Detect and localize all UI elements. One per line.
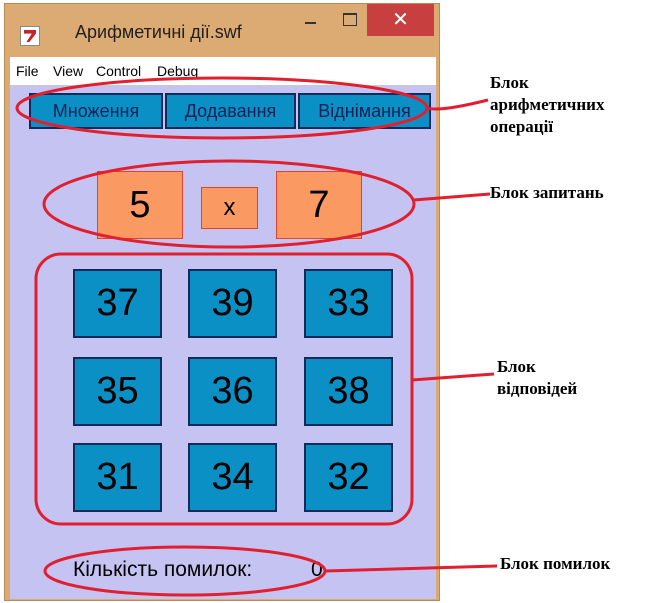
annotation-line: операції	[490, 117, 554, 136]
answer-tile[interactable]: 35	[73, 357, 162, 426]
question-right-operand: 7	[276, 171, 362, 239]
multiply-button[interactable]: Множення	[29, 93, 163, 129]
answer-tile[interactable]: 32	[304, 443, 393, 512]
minimize-button[interactable]	[288, 4, 334, 36]
annotation-line: арифметичних	[490, 95, 605, 114]
maximize-button[interactable]	[334, 4, 367, 36]
annotation-answers-block: Блок відповідей	[497, 356, 577, 400]
menu-bar: File View Control Debug	[10, 57, 436, 86]
error-count-label: Кількість помилок:	[73, 558, 253, 581]
title-bar[interactable]: Арифметичні дії.swf ✕	[5, 4, 439, 57]
flash-player-icon	[20, 26, 40, 46]
error-count-value: 0	[311, 558, 323, 581]
answer-tile[interactable]: 34	[188, 443, 277, 512]
annotation-line: Блок	[490, 73, 529, 92]
menu-file[interactable]: File	[16, 63, 39, 79]
flash-stage: Множення Додавання Віднімання 5 x 7 37 3…	[10, 86, 436, 599]
annotation-line: відповідей	[497, 379, 578, 398]
answer-tile[interactable]: 37	[73, 269, 162, 338]
subtract-button[interactable]: Віднімання	[298, 93, 431, 129]
answer-tile[interactable]: 31	[73, 443, 162, 512]
add-button[interactable]: Додавання	[165, 93, 296, 129]
annotation-line: Блок	[497, 357, 536, 376]
answer-tile[interactable]: 39	[188, 269, 277, 338]
menu-debug[interactable]: Debug	[157, 63, 198, 79]
annotation-operations-block: Блок арифметичних операції	[490, 72, 604, 138]
question-left-operand: 5	[97, 171, 183, 239]
answer-tile[interactable]: 33	[304, 269, 393, 338]
answer-tile[interactable]: 38	[304, 357, 393, 426]
answer-tile[interactable]: 36	[188, 357, 277, 426]
close-button[interactable]: ✕	[367, 4, 434, 36]
annotation-question-block: Блок запитань	[490, 183, 604, 202]
annotation-errors-block: Блок помилок	[500, 554, 611, 573]
menu-control[interactable]: Control	[96, 63, 141, 79]
question-operator: x	[201, 187, 258, 229]
app-window: Арифметичні дії.swf ✕ File View Control …	[4, 3, 440, 601]
window-title: Арифметичні дії.swf	[75, 22, 242, 42]
menu-view[interactable]: View	[53, 63, 83, 79]
